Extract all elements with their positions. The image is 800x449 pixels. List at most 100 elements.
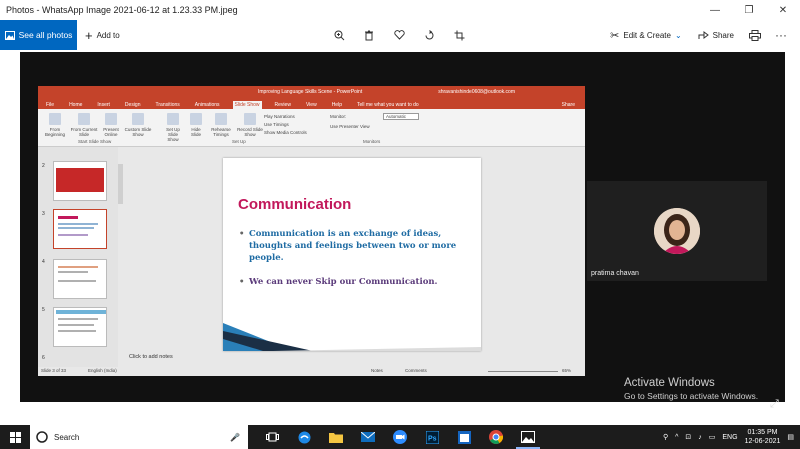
search-placeholder: Search	[54, 432, 80, 442]
share-button[interactable]: Share	[690, 20, 742, 50]
photos-toolbar: See all photos + Add to ✂ Edit & Create …	[0, 20, 800, 50]
rotate-icon[interactable]	[416, 20, 442, 50]
zoom-app-icon[interactable]	[384, 425, 416, 449]
ppt-title: Improving Language Skills Scene - PowerP…	[258, 89, 363, 95]
rehearse-timings-button[interactable]: Rehearse Timings	[208, 113, 234, 137]
share-icon	[698, 31, 709, 39]
slide-thumbnails-pane: 2 3 4 5 6	[38, 147, 118, 373]
chrome-icon[interactable]	[480, 425, 512, 449]
crop-icon[interactable]	[446, 20, 472, 50]
tab-transitions[interactable]: Transitions	[154, 101, 182, 109]
set-up-slide-show-button[interactable]: Set Up Slide Show	[162, 113, 184, 142]
tab-animations[interactable]: Animations	[193, 101, 222, 109]
mail-icon[interactable]	[352, 425, 384, 449]
taskbar-search[interactable]: Search 🎤	[30, 425, 248, 449]
search-icon	[36, 431, 48, 443]
thumb-number: 5	[42, 307, 45, 313]
photoshop-icon[interactable]: Ps	[416, 425, 448, 449]
close-button[interactable]: ✕	[766, 0, 800, 20]
shared-powerpoint-window: Improving Language Skills Scene - PowerP…	[38, 86, 585, 376]
share-label: Share	[712, 30, 734, 40]
tab-slide-show[interactable]: Slide Show	[232, 101, 262, 109]
hide-slide-button[interactable]: Hide Slide	[186, 113, 206, 137]
comments-toggle[interactable]: Comments	[405, 368, 427, 373]
slide-thumbnail[interactable]	[53, 259, 107, 299]
slide-decoration	[223, 323, 481, 351]
ppt-share-button[interactable]: Share	[560, 101, 577, 109]
battery-icon[interactable]: ▭	[709, 433, 716, 441]
more-options-button[interactable]: ···	[768, 20, 794, 50]
see-all-photos-label: See all photos	[18, 30, 73, 40]
photos-icon	[4, 30, 15, 40]
print-icon[interactable]	[742, 20, 768, 50]
tab-review[interactable]: Review	[273, 101, 293, 109]
start-button[interactable]	[0, 425, 30, 449]
group-start-slide-show: Start Slide Show	[78, 139, 112, 144]
language-indicator[interactable]: ENG	[722, 434, 737, 441]
heart-icon[interactable]	[386, 20, 412, 50]
group-monitors: Monitors	[363, 139, 381, 144]
clock[interactable]: 01:35 PM 12-06-2021	[745, 428, 781, 446]
system-tray: ⚲ ^ ⊡ ♪ ▭ ENG 01:35 PM 12-06-2021 ▤	[663, 425, 794, 449]
clock-time: 01:35 PM	[747, 429, 778, 436]
participant-avatar	[654, 208, 700, 254]
slide-thumbnail[interactable]	[53, 161, 107, 201]
window-title: Photos - WhatsApp Image 2021-06-12 at 1.…	[6, 5, 238, 15]
delete-icon[interactable]	[356, 20, 382, 50]
from-beginning-button[interactable]: From Beginning	[42, 113, 68, 137]
monitor-select[interactable]: Automatic	[383, 113, 419, 120]
zoom-slider[interactable]	[488, 371, 558, 372]
add-to-label: Add to	[96, 30, 120, 40]
tab-file[interactable]: File	[44, 101, 56, 109]
use-presenter-view-checkbox[interactable]: Use Presenter View	[330, 124, 370, 129]
thumb-number: 4	[42, 259, 45, 265]
expand-icon[interactable]: ⤢	[770, 398, 779, 411]
edit-create-button[interactable]: ✂ Edit & Create ⌄	[602, 20, 690, 50]
activate-line2: Go to Settings to activate Windows.	[624, 391, 759, 401]
task-view-icon[interactable]	[256, 425, 288, 449]
use-timings-checkbox[interactable]: Use Timings	[264, 121, 307, 129]
group-set-up: Set Up	[232, 139, 246, 144]
show-media-controls-checkbox[interactable]: Show Media Controls	[264, 129, 307, 137]
current-slide[interactable]: Communication Communication is an exchan…	[223, 158, 481, 351]
network-icon[interactable]: ⊡	[685, 433, 691, 441]
tab-home[interactable]: Home	[67, 101, 84, 109]
activate-windows-watermark: Activate Windows Go to Settings to activ…	[624, 377, 758, 401]
tab-help[interactable]: Help	[330, 101, 344, 109]
tab-view[interactable]: View	[304, 101, 319, 109]
ppt-title-bar: Improving Language Skills Scene - PowerP…	[38, 86, 585, 98]
from-current-slide-button[interactable]: From Current Slide	[70, 113, 98, 137]
notifications-icon[interactable]: ▤	[787, 433, 794, 441]
custom-slide-show-button[interactable]: Custom Slide Show	[124, 113, 152, 137]
file-explorer-icon[interactable]	[320, 425, 352, 449]
microphone-icon[interactable]: 🎤	[230, 433, 240, 442]
thumbnails-scrollbar[interactable]	[118, 164, 123, 204]
slide-thumbnail-selected[interactable]	[53, 209, 107, 249]
tab-design[interactable]: Design	[123, 101, 143, 109]
chevron-down-icon: ⌄	[674, 30, 682, 40]
edge-icon[interactable]	[288, 425, 320, 449]
people-icon[interactable]: ⚲	[663, 433, 668, 441]
minimize-button[interactable]: —	[698, 0, 732, 20]
slide-thumbnail[interactable]	[53, 307, 107, 347]
tell-me-search[interactable]: Tell me what you want to do	[355, 101, 421, 109]
photos-app-icon[interactable]	[512, 425, 544, 449]
play-narrations-checkbox[interactable]: Play Narrations	[264, 113, 307, 121]
record-slide-show-button[interactable]: Record Slide Show	[236, 113, 264, 137]
tab-insert[interactable]: Insert	[95, 101, 112, 109]
chevron-up-icon[interactable]: ^	[675, 434, 678, 441]
volume-icon[interactable]: ♪	[698, 434, 702, 441]
maximize-button[interactable]: ❐	[732, 0, 766, 20]
calendar-app-icon[interactable]	[448, 425, 480, 449]
present-online-button[interactable]: Present Online	[100, 113, 122, 137]
see-all-photos-button[interactable]: See all photos	[0, 20, 77, 50]
participant-name: pratima chavan	[591, 270, 639, 277]
slide-bullet: We can never Skip our Communication.	[239, 276, 459, 288]
notes-pane[interactable]: Click to add notes	[124, 354, 585, 365]
ppt-status-bar: Slide 3 of 33 English (India) Notes Comm…	[38, 367, 585, 376]
notes-toggle[interactable]: Notes	[371, 368, 383, 373]
zoom-icon[interactable]	[326, 20, 352, 50]
edit-icon: ✂	[610, 29, 620, 42]
thumb-number: 3	[42, 211, 45, 217]
add-to-button[interactable]: + Add to	[77, 20, 128, 50]
